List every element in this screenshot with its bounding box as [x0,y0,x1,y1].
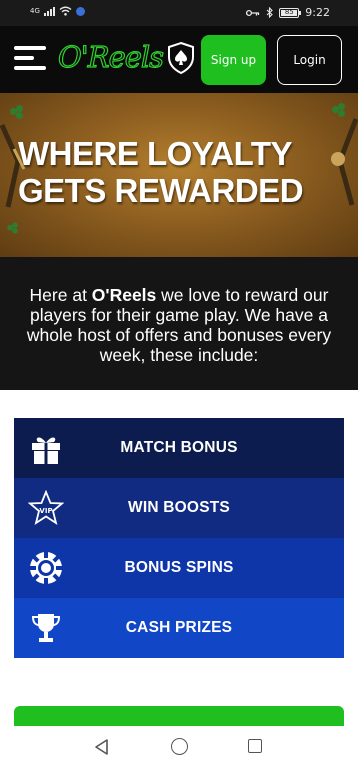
offer-cash-prizes[interactable]: CASH PRIZES [14,598,344,658]
offer-match-bonus[interactable]: MATCH BONUS [14,418,344,478]
trophy-icon [31,614,61,642]
login-button[interactable]: Login [277,35,342,85]
system-nav-bar [0,726,358,768]
offer-bonus-spins[interactable]: BONUS SPINS [14,538,344,598]
hero-title: WHERE LOYALTY GETS REWARDED [18,135,304,209]
hero-banner: WHERE LOYALTY GETS REWARDED [0,93,358,257]
menu-icon[interactable] [14,46,46,72]
poker-chip-icon [30,552,62,584]
battery-text: 85 [284,7,294,16]
home-icon[interactable] [171,738,188,755]
intro-brand: O'Reels [91,285,157,305]
status-right: 85 9:22 [246,6,330,19]
site-header: O'Reels Sign up Login [0,26,358,93]
battery-icon: 85 [279,7,302,18]
site-logo[interactable]: O'Reels [57,39,164,74]
network-type: 4G [30,7,40,15]
app-notification-icon [75,6,85,16]
status-bar: 4G 85 9:22 [0,0,358,26]
status-left: 4G [30,6,85,16]
recent-apps-icon[interactable] [248,739,262,753]
clover-decoration [332,103,346,117]
responsible-gaming-shield-icon[interactable] [166,41,196,75]
intro-section: Here at O'Reels we love to reward our pl… [0,257,358,390]
intro-text: Here at O'Reels we love to reward our pl… [22,285,336,365]
bluetooth-icon [266,7,274,18]
signal-icon [43,6,55,16]
clover-decoration [7,222,18,234]
clock: 9:22 [305,6,330,19]
offer-win-boosts[interactable]: VIP WIN BOOSTS [14,478,344,538]
back-icon[interactable] [93,738,111,756]
clover-decoration [10,105,24,119]
gift-icon [32,437,60,464]
wifi-icon [59,6,72,16]
offers-list: MATCH BONUS VIP WIN BOOSTS BONUS SPINS C… [14,418,344,658]
vip-star-icon: VIP [28,490,64,526]
intro-prefix: Here at [29,285,92,305]
svg-text:VIP: VIP [39,507,52,515]
signup-button[interactable]: Sign up [201,35,266,85]
key-icon [246,9,260,16]
